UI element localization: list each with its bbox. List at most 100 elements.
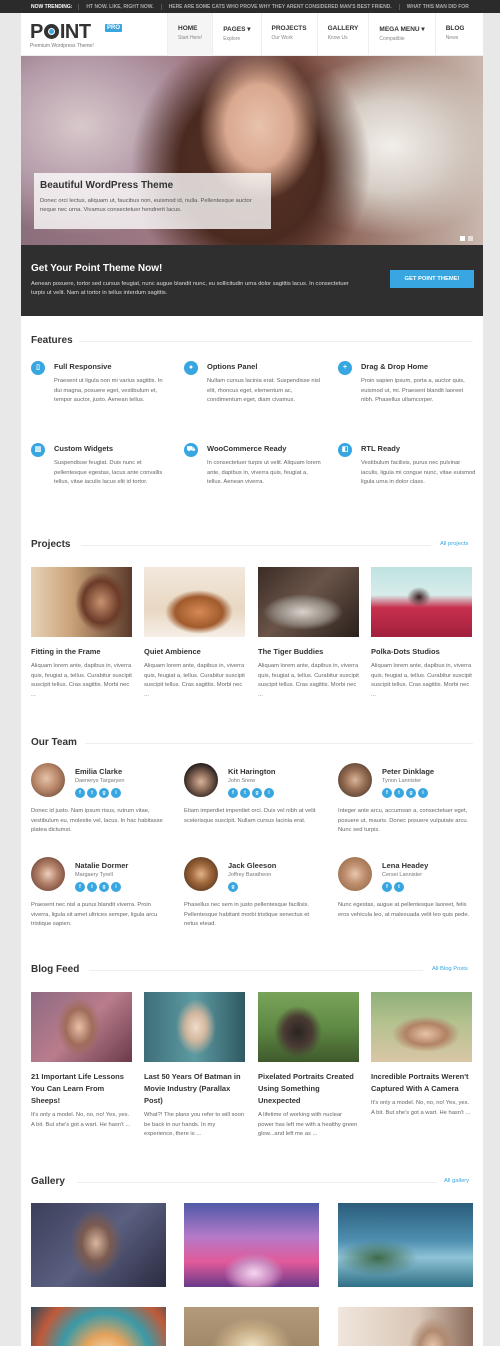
project-image[interactable]	[144, 567, 245, 637]
gallery-image[interactable]	[338, 1307, 473, 1346]
project-image[interactable]	[258, 567, 359, 637]
blog-post-title[interactable]: 21 Important Life Lessons You Can Learn …	[31, 1071, 132, 1107]
project-title[interactable]: The Tiger Buddies	[258, 646, 359, 658]
trending-label: NOW TRENDING:	[31, 3, 73, 10]
blog-card[interactable]: 21 Important Life Lessons You Can Learn …	[31, 992, 132, 1130]
member-bio: Etiam imperdiet imperdiet orci. Duis vel…	[184, 808, 316, 824]
member-bio: Praesent nec nisl a purus blandit viverr…	[31, 902, 158, 927]
member-name[interactable]: Kit Harington	[228, 767, 276, 776]
twitter-icon[interactable]: t	[87, 788, 97, 798]
slider-dot[interactable]	[468, 236, 473, 241]
blog-card[interactable]: Last 50 Years Of Batman in Movie Industr…	[144, 992, 245, 1140]
blog-post-title[interactable]: Last 50 Years Of Batman in Movie Industr…	[144, 1071, 245, 1107]
member-name[interactable]: Lena Headey	[382, 861, 428, 870]
rtl-icon: ◧	[338, 443, 352, 457]
twitter-icon[interactable]: t	[394, 788, 404, 798]
project-card[interactable]: The Tiger Buddies Aliquam lorem ante, da…	[258, 567, 359, 700]
project-text: Aliquam lorem ante, dapibus in, viverra …	[31, 663, 132, 698]
slider-dot[interactable]	[460, 236, 465, 241]
all-gallery-link[interactable]: All gallery	[444, 1178, 469, 1184]
instagram-icon[interactable]: i	[418, 788, 428, 798]
project-card[interactable]: Polka-Dots Studios Aliquam lorem ante, d…	[371, 567, 472, 700]
google-plus-icon[interactable]: g	[99, 788, 109, 798]
twitter-icon[interactable]: t	[394, 882, 404, 892]
nav-item-pages[interactable]: PAGES ▾ Explore	[212, 13, 260, 56]
blog-card[interactable]: Pixelated Portraits Created Using Someth…	[258, 992, 359, 1140]
instagram-icon[interactable]: i	[264, 788, 274, 798]
facebook-icon[interactable]: f	[228, 788, 238, 798]
google-plus-icon[interactable]: g	[406, 788, 416, 798]
gallery-image[interactable]	[184, 1307, 319, 1346]
twitter-icon[interactable]: t	[87, 882, 97, 892]
member-name[interactable]: Natalie Dormer	[75, 861, 128, 870]
site-logo[interactable]: P INT	[30, 22, 91, 42]
nav-item-sub: Compatible	[379, 36, 405, 42]
hero-slider[interactable]: Beautiful WordPress Theme Donec orci lec…	[21, 56, 483, 245]
nav-item-home[interactable]: HOME Start Here!	[167, 13, 213, 56]
facebook-icon[interactable]: f	[382, 788, 392, 798]
blog-image[interactable]	[144, 992, 245, 1062]
avatar[interactable]	[184, 857, 218, 891]
pro-badge: PRO	[105, 24, 123, 32]
instagram-icon[interactable]: i	[111, 882, 121, 892]
blog-image[interactable]	[258, 992, 359, 1062]
google-plus-icon[interactable]: g	[228, 882, 238, 892]
trending-item[interactable]: HT NOW. LIKE, RIGHT NOW.	[78, 3, 160, 10]
twitter-icon[interactable]: t	[240, 788, 250, 798]
trending-item[interactable]: HERE ARE SOME CATS WHO PROVE WHY THEY AR…	[160, 3, 399, 10]
logo-text-rest: INT	[59, 21, 91, 43]
project-card[interactable]: Fitting in the Frame Aliquam lorem ante,…	[31, 567, 132, 700]
instagram-icon[interactable]: i	[111, 788, 121, 798]
blog-image[interactable]	[31, 992, 132, 1062]
project-text: Aliquam lorem ante, dapibus in, viverra …	[258, 663, 359, 698]
social-links: f t g i	[75, 788, 121, 798]
facebook-icon[interactable]: f	[75, 882, 85, 892]
get-theme-button[interactable]: GET POINT THEME!	[390, 270, 474, 288]
member-name[interactable]: Emilia Clarke	[75, 767, 122, 776]
feature-text: Praesent ut ligula non mi varius sagitti…	[54, 378, 163, 403]
avatar[interactable]	[338, 763, 372, 797]
project-card[interactable]: Quiet Ambience Aliquam lorem ante, dapib…	[144, 567, 245, 700]
gallery-image[interactable]	[31, 1203, 166, 1287]
nav-item-mega-menu[interactable]: MEGA MENU ▾ Compatible	[368, 13, 434, 56]
gallery-image[interactable]	[338, 1203, 473, 1287]
member-role: Margaery Tyrell	[75, 872, 113, 878]
blog-image[interactable]	[371, 992, 472, 1062]
project-image[interactable]	[31, 567, 132, 637]
cart-icon: ⛟	[184, 443, 198, 457]
member-bio: Donec id justo. Nam ipsum risus, rutrum …	[31, 808, 163, 833]
google-plus-icon[interactable]: g	[99, 882, 109, 892]
project-title[interactable]: Fitting in the Frame	[31, 646, 132, 658]
divider	[79, 341, 473, 342]
blog-post-title[interactable]: Incredible Portraits Weren't Captured Wi…	[371, 1071, 472, 1095]
cta-title: Get Your Point Theme Now!	[31, 263, 163, 274]
avatar[interactable]	[338, 857, 372, 891]
feature-text: Nullam cursus lacinia erat. Suspendisse …	[207, 378, 321, 403]
project-image[interactable]	[371, 567, 472, 637]
blog-post-title[interactable]: Pixelated Portraits Created Using Someth…	[258, 1071, 359, 1107]
blog-excerpt: It's only a model. No, no, no! Yes, yes.…	[371, 1100, 471, 1116]
gallery-image[interactable]	[184, 1203, 319, 1287]
mobile-icon: ▯	[31, 361, 45, 375]
avatar[interactable]	[31, 857, 65, 891]
nav-item-projects[interactable]: PROJECTS Our Work	[260, 13, 317, 56]
member-role: Tyrion Lannister	[382, 778, 422, 784]
gallery-image[interactable]	[31, 1307, 166, 1346]
facebook-icon[interactable]: f	[382, 882, 392, 892]
member-name[interactable]: Jack Gleeson	[228, 861, 276, 870]
avatar[interactable]	[31, 763, 65, 797]
project-title[interactable]: Polka-Dots Studios	[371, 646, 472, 658]
all-blog-posts-link[interactable]: All Blog Posts	[432, 966, 468, 972]
project-title[interactable]: Quiet Ambience	[144, 646, 245, 658]
feature-title: Drag & Drop Home	[361, 362, 429, 371]
trending-item[interactable]: WHAT THIS MAN DID FOR	[398, 3, 476, 10]
blog-card[interactable]: Incredible Portraits Weren't Captured Wi…	[371, 992, 472, 1118]
member-name[interactable]: Peter Dinklage	[382, 767, 434, 776]
nav-item-blog[interactable]: BLOG News	[434, 13, 475, 56]
nav-item-gallery[interactable]: GALLERY Know Us	[316, 13, 369, 56]
nav-item-sub: Know Us	[327, 35, 348, 41]
google-plus-icon[interactable]: g	[252, 788, 262, 798]
all-projects-link[interactable]: All projects	[440, 541, 468, 547]
facebook-icon[interactable]: f	[75, 788, 85, 798]
avatar[interactable]	[184, 763, 218, 797]
